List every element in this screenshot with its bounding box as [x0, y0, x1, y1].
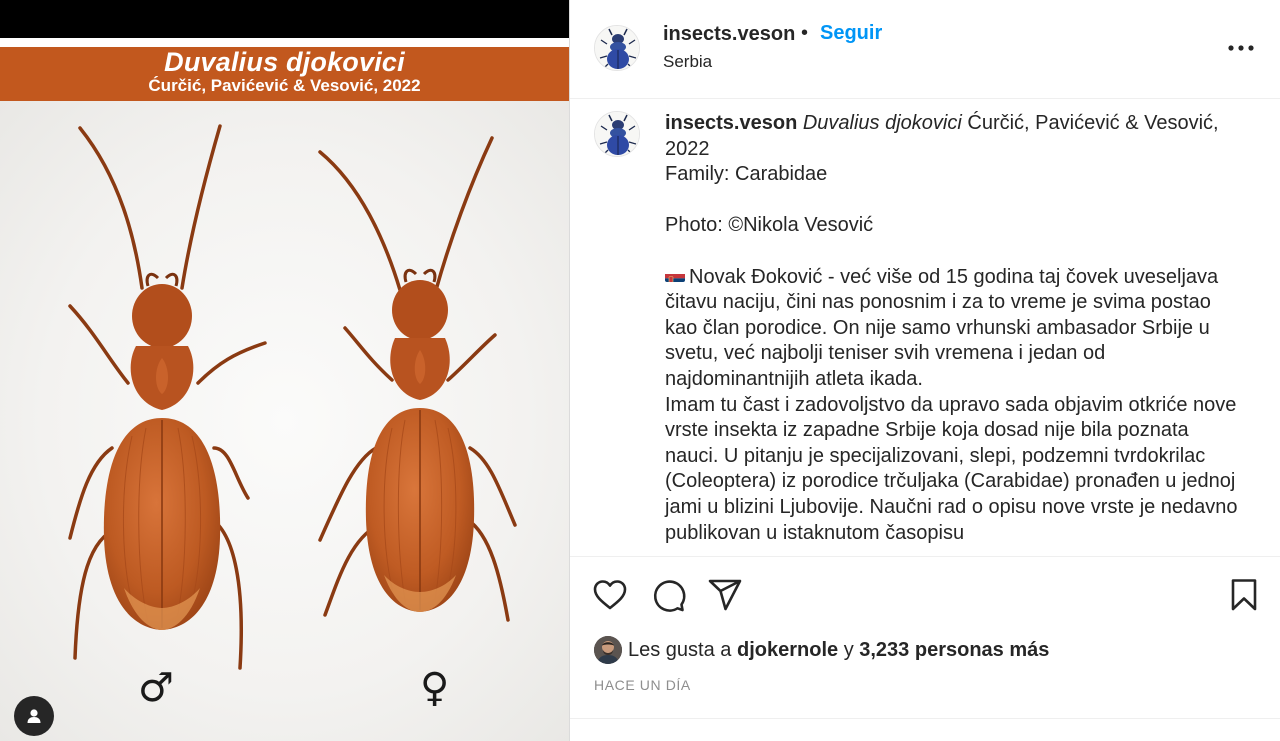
species-banner: Duvalius djokovici Ćurčić, Pavićević & V… [0, 47, 569, 101]
beetle-avatar-icon [595, 26, 639, 70]
user-tag-button[interactable] [14, 696, 54, 736]
banner-species-name: Duvalius djokovici [164, 47, 405, 77]
heart-icon[interactable] [592, 577, 628, 613]
female-beetle-illustration [318, 136, 517, 622]
liker-username[interactable]: djokernole [737, 639, 838, 662]
male-beetle-illustration [68, 124, 267, 670]
image-top-black-band [0, 0, 569, 38]
female-symbol: ♀ [420, 665, 450, 711]
bookmark-icon[interactable] [1226, 577, 1262, 613]
likes-connector: y [843, 638, 854, 661]
caption-username[interactable]: insects.veson [665, 112, 797, 134]
post-actions: Les gusta a djokernole y 3,233 personas … [570, 556, 1280, 718]
follow-button[interactable]: Seguir [820, 22, 882, 45]
male-symbol: ♂ [138, 665, 174, 711]
post-caption: insects.veson Duvalius djokovici Ćurčić,… [665, 111, 1245, 546]
caption-paragraph-2: Imam tu čast i zadovoljstvo da upravo sa… [665, 393, 1238, 544]
caption-paragraph-1: Novak Đoković - već više od 15 godina ta… [665, 265, 1219, 390]
caption-family: Family: Carabidae [665, 163, 828, 186]
likes-summary[interactable]: Les gusta a djokernole y 3,233 personas … [594, 635, 1049, 665]
comment-icon[interactable] [650, 577, 686, 613]
likes-count[interactable]: 3,233 personas más [859, 639, 1049, 662]
caption-species: Duvalius djokovici [802, 112, 962, 134]
profile-avatar[interactable] [594, 25, 640, 71]
liker-avatar[interactable] [594, 636, 622, 664]
caption-photo-credit: Photo: ©Nikola Vesović [665, 214, 874, 237]
more-options-icon[interactable] [1226, 36, 1256, 60]
caption-scroll-area[interactable]: insects.veson Duvalius djokovici Ćurčić,… [570, 100, 1280, 556]
beetle-avatar-icon [595, 112, 639, 156]
likes-prefix: Les gusta a [628, 638, 732, 661]
image-white-gap [0, 38, 569, 47]
location-link[interactable]: Serbia [663, 52, 712, 72]
serbian-flag-icon [665, 269, 685, 282]
share-icon[interactable] [707, 577, 743, 613]
post-header: insects.veson • Seguir Serbia [570, 0, 1280, 99]
post-sidebar: insects.veson • Seguir Serbia insects.ve… [569, 0, 1280, 741]
header-username[interactable]: insects.veson [663, 23, 795, 46]
comment-input-area[interactable] [570, 718, 1280, 741]
post-timestamp[interactable]: HACE UN DÍA [594, 677, 691, 693]
post-image[interactable]: Duvalius djokovici Ćurčić, Pavićević & V… [0, 0, 569, 741]
header-separator: • [801, 22, 809, 44]
banner-authors: Ćurčić, Pavićević & Vesović, 2022 [148, 76, 421, 95]
user-tag-icon [27, 709, 41, 723]
caption-avatar[interactable] [594, 111, 640, 157]
